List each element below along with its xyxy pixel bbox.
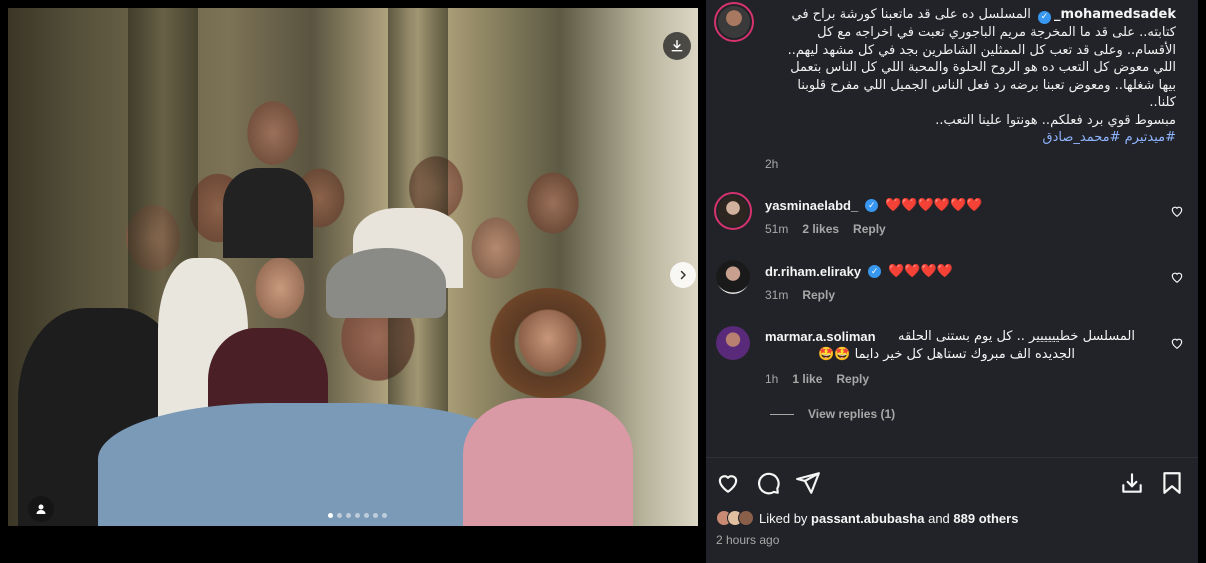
- caption-time: 2h: [765, 157, 779, 171]
- caption-line: مبسوط قوي برد فعلكم.. هونتوا علينا التعب…: [935, 112, 1176, 128]
- person-shape: [223, 168, 313, 258]
- reply-button[interactable]: Reply: [853, 222, 886, 236]
- comment-meta: 1h 1 like Reply: [765, 372, 869, 386]
- caption-line: اللي معوض كل التعب ده هو الروح الحلوة وا…: [790, 60, 1176, 75]
- post-actions: Liked by passant.abubasha and 889 others…: [706, 457, 1198, 563]
- instagram-post-view: mohamedsadek_✓ المسلسل ده على قد ماتعبنا…: [0, 0, 1206, 563]
- person-shape: [463, 398, 633, 526]
- carousel-dot: [373, 513, 378, 518]
- comment-icon[interactable]: [755, 470, 781, 496]
- verified-icon: ✓: [865, 198, 879, 212]
- reply-button[interactable]: Reply: [802, 288, 835, 302]
- replies-divider: [770, 413, 794, 415]
- caption-line: كتابته.. على قد ما المخرجة مريم الباجوري…: [817, 25, 1176, 40]
- liked-by-text: Liked by passant.abubasha and 889 others: [759, 511, 1018, 526]
- chevron-right-icon: [680, 270, 686, 280]
- view-replies-button[interactable]: View replies (1): [770, 407, 895, 421]
- caption-text: mohamedsadek_✓ المسلسل ده على قد ماتعبنا…: [764, 6, 1176, 147]
- liked-by-count[interactable]: 889 others: [953, 511, 1018, 526]
- post-photo[interactable]: [8, 8, 698, 526]
- comment-text: ❤️❤️❤️❤️: [888, 263, 953, 278]
- comment-text: الجديده الف مبروك تستاهل كل خير دايما 🤩🤩: [818, 347, 1075, 362]
- comment-item: marmar.a.soliman المسلسل خطيييييير .. كل…: [706, 322, 1198, 432]
- liked-by-and: and: [924, 510, 954, 526]
- reply-button[interactable]: Reply: [836, 372, 869, 386]
- posted-time: 2 hours ago: [716, 533, 780, 547]
- caption-line: كلنا..: [1149, 95, 1176, 110]
- commenter-avatar[interactable]: [714, 192, 752, 230]
- post-side-panel: mohamedsadek_✓ المسلسل ده على قد ماتعبنا…: [706, 0, 1198, 563]
- comment-item: yasminaelabd_ ✓ ❤️❤️❤️❤️❤️❤️ 51m 2 likes…: [706, 190, 1198, 246]
- comment-time: 1h: [765, 372, 779, 386]
- carousel-dot: [346, 513, 351, 518]
- download-icon: [671, 40, 683, 52]
- like-comment-icon[interactable]: [1170, 204, 1184, 218]
- comment-text: ❤️❤️❤️❤️❤️❤️: [885, 197, 983, 212]
- liked-by: Liked by passant.abubasha and 889 others: [716, 510, 1018, 526]
- like-icon[interactable]: [715, 470, 741, 496]
- carousel-dot: [364, 513, 369, 518]
- caption-line: بيها شغلها.. ومعوض تعبنا برضه رد فعل الن…: [797, 77, 1176, 93]
- hair-shape: [488, 288, 608, 398]
- verified-icon: ✓: [868, 264, 882, 278]
- liker-avatar[interactable]: [738, 510, 754, 526]
- user-icon: [36, 504, 46, 514]
- carousel-dot: [337, 513, 342, 518]
- comment-item: dr.riham.eliraky ✓ ❤️❤️❤️❤️ 31m Reply: [706, 256, 1198, 312]
- commenter-avatar[interactable]: [716, 260, 750, 294]
- caption-hashtags[interactable]: #ميدتيرم #محمد_صادق: [764, 129, 1176, 147]
- comment-time: 51m: [765, 222, 789, 236]
- carousel-dot: [328, 513, 333, 518]
- comment-meta: 31m Reply: [765, 288, 835, 302]
- download-button[interactable]: [663, 32, 691, 60]
- comment-meta: 51m 2 likes Reply: [765, 222, 886, 236]
- comment-time: 31m: [765, 288, 789, 302]
- tagged-users-button[interactable]: [28, 496, 54, 522]
- save-to-collection-icon[interactable]: [1119, 470, 1145, 496]
- carousel-dot: [382, 513, 387, 518]
- liked-by-user[interactable]: passant.abubasha: [811, 511, 924, 526]
- caption-line: المسلسل ده على قد ماتعبنا كورشة براح في: [791, 7, 1031, 22]
- author-avatar[interactable]: [714, 2, 754, 42]
- comment-likes[interactable]: 1 like: [792, 372, 822, 386]
- commenter-username[interactable]: marmar.a.soliman: [765, 329, 876, 344]
- comment-likes[interactable]: 2 likes: [802, 222, 839, 236]
- like-comment-icon[interactable]: [1170, 270, 1184, 284]
- caption-line: الأقسام.. وعلى قد تعب كل الممثلين الشاطر…: [787, 42, 1176, 58]
- commenter-username[interactable]: yasminaelabd_: [765, 198, 858, 213]
- author-username[interactable]: mohamedsadek_: [1054, 7, 1176, 22]
- cap-shape: [326, 248, 446, 318]
- photo-panel: [0, 0, 706, 563]
- carousel-dot: [355, 513, 360, 518]
- liked-by-prefix: Liked by: [759, 510, 812, 526]
- post-caption: mohamedsadek_✓ المسلسل ده على قد ماتعبنا…: [706, 0, 1198, 178]
- commenter-username[interactable]: dr.riham.eliraky: [765, 264, 861, 279]
- commenter-avatar[interactable]: [716, 326, 750, 360]
- bookmark-icon[interactable]: [1159, 470, 1185, 496]
- share-icon[interactable]: [795, 470, 821, 496]
- verified-icon: ✓: [1038, 11, 1052, 24]
- next-photo-button[interactable]: [670, 262, 696, 288]
- like-comment-icon[interactable]: [1170, 336, 1184, 350]
- comment-text: المسلسل خطيييييير .. كل يوم بستنى الحلقه: [897, 329, 1135, 344]
- view-replies-label: View replies (1): [808, 407, 896, 421]
- carousel-dots: [328, 513, 387, 518]
